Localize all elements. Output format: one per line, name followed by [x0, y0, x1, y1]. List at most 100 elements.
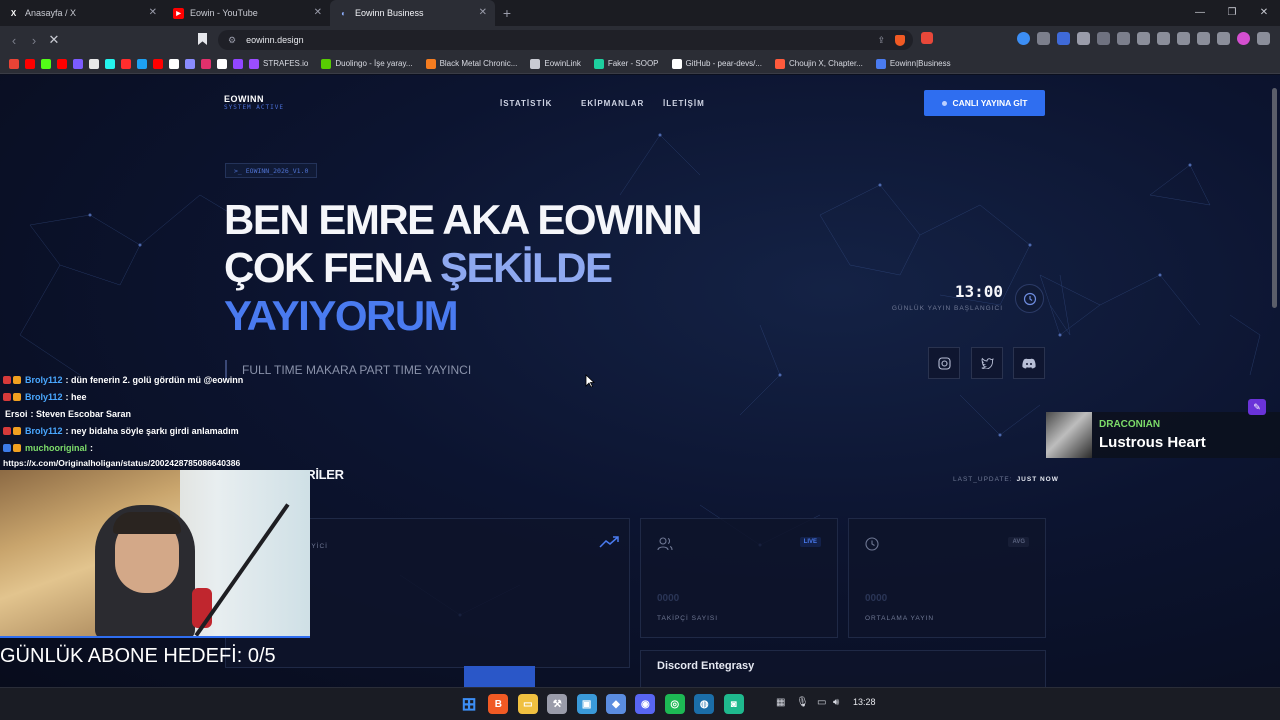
bookmark-favicon-icon[interactable]: [169, 58, 179, 69]
extension-icon[interactable]: [1097, 32, 1110, 45]
app-grid-icon[interactable]: ◆: [606, 694, 626, 714]
discord-button[interactable]: [1013, 347, 1045, 379]
headline-line-2: ÇOK FENA ŞEKİLDE: [224, 247, 613, 289]
bookmark-label: Eowinn|Business: [889, 59, 951, 68]
live-dot-icon: [941, 100, 947, 106]
bookmark-favicon-icon[interactable]: [57, 58, 67, 69]
widgets-icon[interactable]: ▦: [776, 697, 785, 708]
network-icon[interactable]: ▭: [817, 697, 826, 708]
card-action-button[interactable]: [464, 666, 535, 687]
discord-card-title: Discord Entegrasy: [657, 660, 755, 672]
bookmark-item[interactable]: Choujin X, Chapter...: [772, 58, 863, 69]
close-window-icon[interactable]: ✕: [1248, 0, 1280, 26]
extension-icon[interactable]: [1117, 32, 1130, 45]
music-icon[interactable]: [1137, 32, 1150, 45]
chat-text: : dün fenerin 2. golü gördün mü @eowinn: [65, 374, 244, 385]
chat-link-text: https://x.com/Originalholigan/status/200…: [3, 458, 241, 468]
bookmark-favicon-icon[interactable]: [201, 58, 211, 69]
brave-rewards-icon[interactable]: [921, 32, 933, 44]
forward-icon[interactable]: ›: [24, 33, 44, 48]
wallet-icon[interactable]: [1177, 32, 1190, 45]
bookmark-favicon-icon[interactable]: [121, 58, 131, 69]
brave-browser-icon[interactable]: B: [488, 694, 509, 714]
bookmark-favicon-icon[interactable]: [25, 58, 35, 69]
translate-icon[interactable]: [1017, 32, 1030, 45]
bookmark-label: Duolingo - İşe yaray...: [335, 59, 413, 68]
trending-up-icon: [599, 536, 619, 548]
steam-icon[interactable]: ◍: [694, 694, 715, 714]
restore-icon[interactable]: ❐: [1216, 0, 1248, 26]
close-icon[interactable]: ✕: [479, 7, 487, 18]
bookmark-favicon-icon: [530, 58, 541, 69]
url-text: eowinn.design: [246, 35, 304, 45]
bookmark-favicon-icon[interactable]: [105, 58, 115, 69]
chat-badge-icon: [13, 375, 21, 384]
bookmark-favicon-icon[interactable]: [233, 58, 243, 69]
vpn-icon[interactable]: [1217, 32, 1230, 45]
discord-icon[interactable]: ◉: [635, 694, 656, 714]
back-icon[interactable]: ‹: [4, 33, 24, 48]
discord-integration-card: Discord Entegrasy: [640, 650, 1046, 687]
bookmark-favicon-icon[interactable]: [185, 58, 195, 69]
bookmark-favicon-icon[interactable]: [89, 58, 99, 69]
minimize-icon[interactable]: —: [1184, 0, 1216, 26]
leo-ai-icon[interactable]: [1197, 32, 1210, 45]
hammer-tool-icon[interactable]: ⚒: [547, 694, 568, 714]
volume-icon[interactable]: 🔊︎: [833, 697, 839, 708]
bookmark-item[interactable]: Faker - SOOP: [591, 58, 659, 69]
tab-youtube[interactable]: ▶ Eowin - YouTube ✕: [165, 0, 330, 26]
bookmark-favicon-icon[interactable]: [137, 58, 147, 69]
share-icon[interactable]: ⇪: [877, 35, 885, 46]
stop-loading-icon[interactable]: ✕: [44, 32, 64, 48]
brave-shields-icon[interactable]: [895, 34, 905, 46]
extension-icon[interactable]: [1077, 32, 1090, 45]
bookmark-item[interactable]: EowinLink: [527, 58, 581, 69]
site-logo[interactable]: EOWINN: [224, 94, 264, 104]
tab-x-home[interactable]: X Anasayfa / X ✕: [0, 0, 165, 26]
bookmark-favicon-icon: [425, 58, 436, 69]
bookmark-favicon-icon[interactable]: [41, 58, 51, 69]
url-field[interactable]: ⚙ eowinn.design ⇪: [218, 30, 913, 50]
profile-icon[interactable]: [1237, 32, 1250, 45]
file-explorer-icon[interactable]: ▭: [517, 694, 538, 714]
instagram-button[interactable]: [928, 347, 960, 379]
bookmark-item[interactable]: Duolingo - İşe yaray...: [318, 58, 413, 69]
bookmark-favicon-icon[interactable]: [217, 58, 227, 69]
nav-link-equipment[interactable]: EKİPMANLAR: [581, 99, 644, 108]
extension-panel-icon[interactable]: ✎: [1248, 399, 1266, 415]
menu-icon[interactable]: [1257, 32, 1270, 45]
extension-icon[interactable]: [1057, 32, 1070, 45]
microphone-icon[interactable]: 🎙︎: [796, 697, 809, 708]
tab-title: Anasayfa / X: [25, 8, 77, 18]
bookmark-item[interactable]: STRAFES.io: [246, 58, 308, 69]
bookmark-item[interactable]: Black Metal Chronic...: [423, 58, 517, 69]
new-tab-button[interactable]: +: [495, 5, 519, 21]
chat-username: Broly112: [25, 425, 63, 436]
close-icon[interactable]: ✕: [149, 7, 157, 18]
twitter-button[interactable]: [971, 347, 1003, 379]
spotify-icon[interactable]: ◎: [664, 694, 685, 714]
site-settings-icon[interactable]: ⚙: [228, 35, 236, 46]
bookmark-item[interactable]: GitHub - pear-devs/...: [669, 58, 762, 69]
bookmark-favicon-icon[interactable]: [9, 58, 19, 69]
close-icon[interactable]: ✕: [314, 7, 322, 18]
windows-start-icon[interactable]: ⊞: [459, 694, 479, 714]
chat-app-icon[interactable]: ◙: [723, 694, 744, 714]
tab-eowinn-business[interactable]: ◐ Eowinn Business ✕: [330, 0, 495, 26]
bookmark-favicon-icon[interactable]: [153, 58, 163, 69]
system-status-text: SYSTEM ACTIVE: [224, 104, 284, 111]
window-controls: — ❐ ✕: [1184, 0, 1280, 26]
loading-spinner-icon: ◐: [341, 8, 346, 18]
go-live-button[interactable]: CANLI YAYINA GİT: [924, 90, 1045, 116]
nav-link-contact[interactable]: İLETİŞİM: [663, 99, 705, 108]
bookmark-item[interactable]: Eowinn|Business: [873, 58, 951, 69]
card-caption: ORTALAMA YAYIN: [865, 615, 935, 622]
photos-icon[interactable]: ▣: [576, 694, 597, 714]
bookmark-favicon-icon[interactable]: [73, 58, 83, 69]
bookmark-favicon-icon: [875, 58, 886, 69]
system-clock[interactable]: 13:28: [853, 697, 876, 707]
scrollbar-thumb[interactable]: [1272, 88, 1277, 308]
extension-icon[interactable]: [1037, 32, 1050, 45]
nav-link-statistics[interactable]: İSTATİSTİK: [500, 99, 552, 108]
sidebar-icon[interactable]: [1157, 32, 1170, 45]
